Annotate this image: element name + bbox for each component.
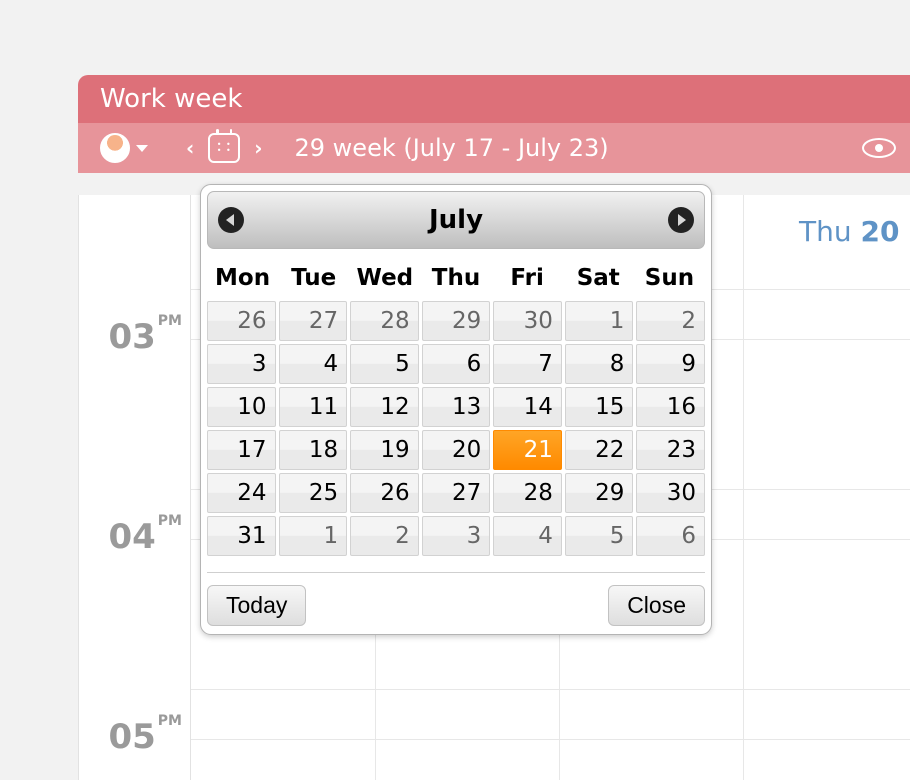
weekday-header: Sat — [563, 265, 634, 291]
date-cell[interactable]: 28 — [350, 301, 419, 341]
date-cell[interactable]: 18 — [279, 430, 348, 470]
weekday-header: Sun — [634, 265, 705, 291]
date-cell[interactable]: 11 — [279, 387, 348, 427]
date-cell[interactable]: 14 — [493, 387, 562, 427]
date-cell[interactable]: 6 — [636, 516, 705, 556]
visibility-icon[interactable] — [862, 138, 896, 158]
date-cell[interactable]: 17 — [207, 430, 276, 470]
time-column: 03PM 04PM 05PM — [79, 195, 191, 780]
week-range-label: 29 week (July 17 - July 23) — [295, 134, 609, 162]
date-cell[interactable]: 30 — [493, 301, 562, 341]
today-button[interactable]: Today — [207, 585, 306, 626]
date-cell[interactable]: 4 — [493, 516, 562, 556]
date-cell[interactable]: 22 — [565, 430, 634, 470]
date-cell[interactable]: 13 — [422, 387, 491, 427]
gridline — [191, 739, 910, 740]
date-cell[interactable]: 29 — [565, 473, 634, 513]
caret-down-icon — [136, 145, 148, 152]
next-week-button[interactable]: › — [244, 136, 272, 160]
date-cell[interactable]: 9 — [636, 344, 705, 384]
date-cell[interactable]: 3 — [207, 344, 276, 384]
close-button[interactable]: Close — [608, 585, 705, 626]
date-cell[interactable]: 31 — [207, 516, 276, 556]
date-cell[interactable]: 23 — [636, 430, 705, 470]
time-label: 03PM — [108, 317, 182, 357]
date-cell[interactable]: 7 — [493, 344, 562, 384]
user-picker[interactable] — [100, 133, 148, 163]
date-cell[interactable]: 28 — [493, 473, 562, 513]
date-cell[interactable]: 10 — [207, 387, 276, 427]
date-cell[interactable]: 29 — [422, 301, 491, 341]
date-picker-footer: Today Close — [207, 572, 705, 628]
next-month-button[interactable] — [668, 207, 694, 233]
time-label: 05PM — [108, 717, 182, 757]
weekday-header: Fri — [492, 265, 563, 291]
date-cell[interactable]: 26 — [350, 473, 419, 513]
date-cell[interactable]: 5 — [350, 344, 419, 384]
date-cell[interactable]: 2 — [350, 516, 419, 556]
day-header-thu: Thu 20 — [799, 215, 899, 248]
header-title: Work week — [100, 84, 242, 114]
date-grid: 2627282930123456789101112131415161718192… — [207, 301, 705, 556]
date-cell[interactable]: 30 — [636, 473, 705, 513]
weekday-header: Wed — [349, 265, 420, 291]
weekday-header-row: Mon Tue Wed Thu Fri Sat Sun — [207, 265, 705, 291]
date-cell[interactable]: 15 — [565, 387, 634, 427]
date-cell[interactable]: 1 — [565, 301, 634, 341]
avatar — [100, 133, 130, 163]
date-cell[interactable]: 1 — [279, 516, 348, 556]
date-cell[interactable]: 27 — [422, 473, 491, 513]
date-cell[interactable]: 27 — [279, 301, 348, 341]
month-label: July — [429, 205, 483, 235]
date-cell[interactable]: 8 — [565, 344, 634, 384]
date-picker-header: July — [207, 191, 705, 249]
date-cell[interactable]: 24 — [207, 473, 276, 513]
date-cell[interactable]: 25 — [279, 473, 348, 513]
gridline — [191, 689, 910, 690]
prev-month-button[interactable] — [218, 207, 244, 233]
date-cell[interactable]: 12 — [350, 387, 419, 427]
date-cell[interactable]: 6 — [422, 344, 491, 384]
header-toolbar: ‹ • •• • › 29 week (July 17 - July 23) — [78, 123, 910, 173]
calendar-icon[interactable]: • •• • — [208, 133, 240, 163]
date-cell[interactable]: 5 — [565, 516, 634, 556]
date-picker-popup: July Mon Tue Wed Thu Fri Sat Sun 2627282… — [200, 184, 712, 635]
weekday-header: Tue — [278, 265, 349, 291]
weekday-header: Mon — [207, 265, 278, 291]
date-cell[interactable]: 4 — [279, 344, 348, 384]
date-cell[interactable]: 19 — [350, 430, 419, 470]
prev-week-button[interactable]: ‹ — [176, 136, 204, 160]
date-cell[interactable]: 2 — [636, 301, 705, 341]
date-cell[interactable]: 21 — [493, 430, 562, 470]
date-cell[interactable]: 20 — [422, 430, 491, 470]
weekday-header: Thu — [420, 265, 491, 291]
date-cell[interactable]: 26 — [207, 301, 276, 341]
date-cell[interactable]: 3 — [422, 516, 491, 556]
header-title-bar: Work week — [78, 75, 910, 123]
time-label: 04PM — [108, 517, 182, 557]
date-cell[interactable]: 16 — [636, 387, 705, 427]
gridline — [743, 195, 744, 780]
